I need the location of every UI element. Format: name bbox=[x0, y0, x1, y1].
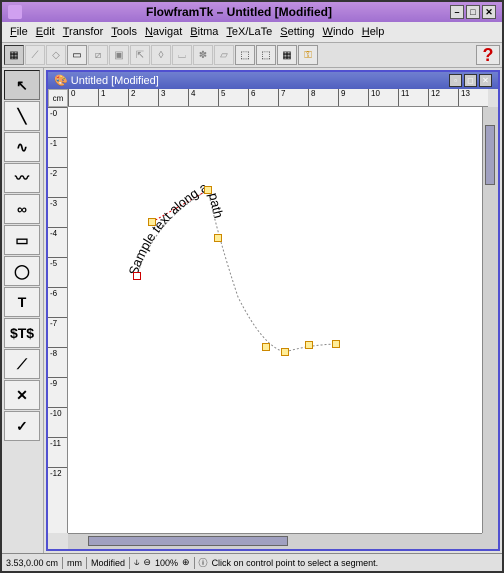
path-handle[interactable] bbox=[305, 341, 313, 349]
tool-flower[interactable]: ✽ bbox=[193, 45, 213, 65]
text-tool[interactable]: T bbox=[4, 287, 40, 317]
menu-transfor[interactable]: Transfor bbox=[59, 24, 108, 40]
confirm-tool[interactable]: ✓ bbox=[4, 411, 40, 441]
tool-rect[interactable]: ▭ bbox=[67, 45, 87, 65]
menu-windo[interactable]: Windo bbox=[319, 24, 358, 40]
doc-icon: 🎨 bbox=[54, 75, 68, 87]
canvas[interactable]: Sample text along a path bbox=[68, 107, 482, 533]
path-handle[interactable] bbox=[148, 218, 156, 226]
tool-skew[interactable]: ⧄ bbox=[88, 45, 108, 65]
minimize-button[interactable]: – bbox=[450, 5, 464, 19]
cancel-tool[interactable]: ✕ bbox=[4, 380, 40, 410]
ruler-horizontal: 012345678910111213 bbox=[68, 89, 488, 107]
app-title: FlowframTk – Untitled [Modified] bbox=[28, 5, 450, 19]
ruler-unit: cm bbox=[48, 89, 68, 107]
left-toolbox: ↖╲∿〰∞▭◯T$T$⟋✕✓ bbox=[2, 68, 44, 553]
path-handle[interactable] bbox=[214, 234, 222, 242]
app-icon bbox=[8, 5, 22, 19]
zoom-in-icon[interactable]: ⊕ bbox=[182, 557, 190, 568]
menu-file[interactable]: File bbox=[6, 24, 32, 40]
info-icon: ⓘ bbox=[199, 556, 208, 569]
line-tool[interactable]: ╲ bbox=[4, 101, 40, 131]
vertical-scrollbar[interactable] bbox=[482, 107, 498, 533]
tool-select2[interactable]: ⬚ bbox=[256, 45, 276, 65]
status-unit: mm bbox=[67, 558, 82, 568]
select-tool[interactable]: ↖ bbox=[4, 70, 40, 100]
menu-bitma[interactable]: Bitma bbox=[186, 24, 222, 40]
path-handle[interactable] bbox=[262, 343, 270, 351]
doc-minimize-button[interactable]: ▫ bbox=[449, 74, 462, 87]
tool-new[interactable]: ▦ bbox=[4, 45, 24, 65]
ellipse-tool[interactable]: ◯ bbox=[4, 256, 40, 286]
tool-shape1[interactable]: ◇ bbox=[46, 45, 66, 65]
close-button[interactable]: ✕ bbox=[482, 5, 496, 19]
doc-title: Untitled [Modified] bbox=[71, 75, 159, 87]
tool-key[interactable]: ⚿ bbox=[298, 45, 318, 65]
eyedrop-tool[interactable]: ⟋ bbox=[4, 349, 40, 379]
statusbar: 3.53,0.00 cm mm Modified ⫝ ⊖ 100% ⊕ ⓘ Cl… bbox=[2, 553, 502, 571]
polyline-tool[interactable]: ∿ bbox=[4, 132, 40, 162]
toolbar: ▦ ⟋ ◇ ▭ ⧄ ▣ ⇱ ◊ ⌴ ✽ ▱ ⬚ ⬚ ▦ ⚿ ? bbox=[2, 43, 502, 68]
lock-icon: ⫝ bbox=[134, 557, 139, 568]
tool-dup[interactable]: ▣ bbox=[109, 45, 129, 65]
tool-persp[interactable]: ◊ bbox=[151, 45, 171, 65]
menu-tex/late[interactable]: TeX/LaTe bbox=[222, 24, 276, 40]
loop-tool[interactable]: ∞ bbox=[4, 194, 40, 224]
status-coords: 3.53,0.00 cm bbox=[6, 558, 58, 568]
ruler-vertical: -0-1-2-3-4-5-6-7-8-9-10-11-12 bbox=[48, 107, 68, 533]
menu-edit[interactable]: Edit bbox=[32, 24, 59, 40]
path-handle[interactable] bbox=[204, 186, 212, 194]
document-window: 🎨 Untitled [Modified] ▫ ◻ ✕ cm 012345678… bbox=[46, 70, 500, 551]
doc-maximize-button[interactable]: ◻ bbox=[464, 74, 477, 87]
menubar: FileEditTransforToolsNavigatBitmaTeX/LaT… bbox=[2, 22, 502, 43]
path-handle[interactable] bbox=[332, 340, 340, 348]
tool-open[interactable]: ⟋ bbox=[25, 45, 45, 65]
status-modified: Modified bbox=[91, 558, 125, 568]
path-handle[interactable] bbox=[281, 348, 289, 356]
tool-flip[interactable]: ⇱ bbox=[130, 45, 150, 65]
tool-cup[interactable]: ⌴ bbox=[172, 45, 192, 65]
price-text-tool[interactable]: $T$ bbox=[4, 318, 40, 348]
menu-setting[interactable]: Setting bbox=[276, 24, 318, 40]
menu-tools[interactable]: Tools bbox=[107, 24, 141, 40]
maximize-button[interactable]: □ bbox=[466, 5, 480, 19]
tool-para[interactable]: ▱ bbox=[214, 45, 234, 65]
curve-tool[interactable]: 〰 bbox=[4, 163, 40, 193]
status-zoom: 100% bbox=[155, 558, 178, 568]
help-button[interactable]: ? bbox=[476, 45, 500, 65]
titlebar: FlowframTk – Untitled [Modified] – □ ✕ bbox=[2, 2, 502, 22]
tool-grid[interactable]: ▦ bbox=[277, 45, 297, 65]
menu-help[interactable]: Help bbox=[358, 24, 389, 40]
menu-navigat[interactable]: Navigat bbox=[141, 24, 186, 40]
status-hint: Click on control point to select a segme… bbox=[212, 558, 379, 568]
zoom-out-icon[interactable]: ⊖ bbox=[143, 557, 151, 568]
rect-tool[interactable]: ▭ bbox=[4, 225, 40, 255]
tool-select1[interactable]: ⬚ bbox=[235, 45, 255, 65]
doc-close-button[interactable]: ✕ bbox=[479, 74, 492, 87]
path-handle[interactable] bbox=[133, 272, 141, 280]
horizontal-scrollbar[interactable] bbox=[68, 533, 482, 549]
